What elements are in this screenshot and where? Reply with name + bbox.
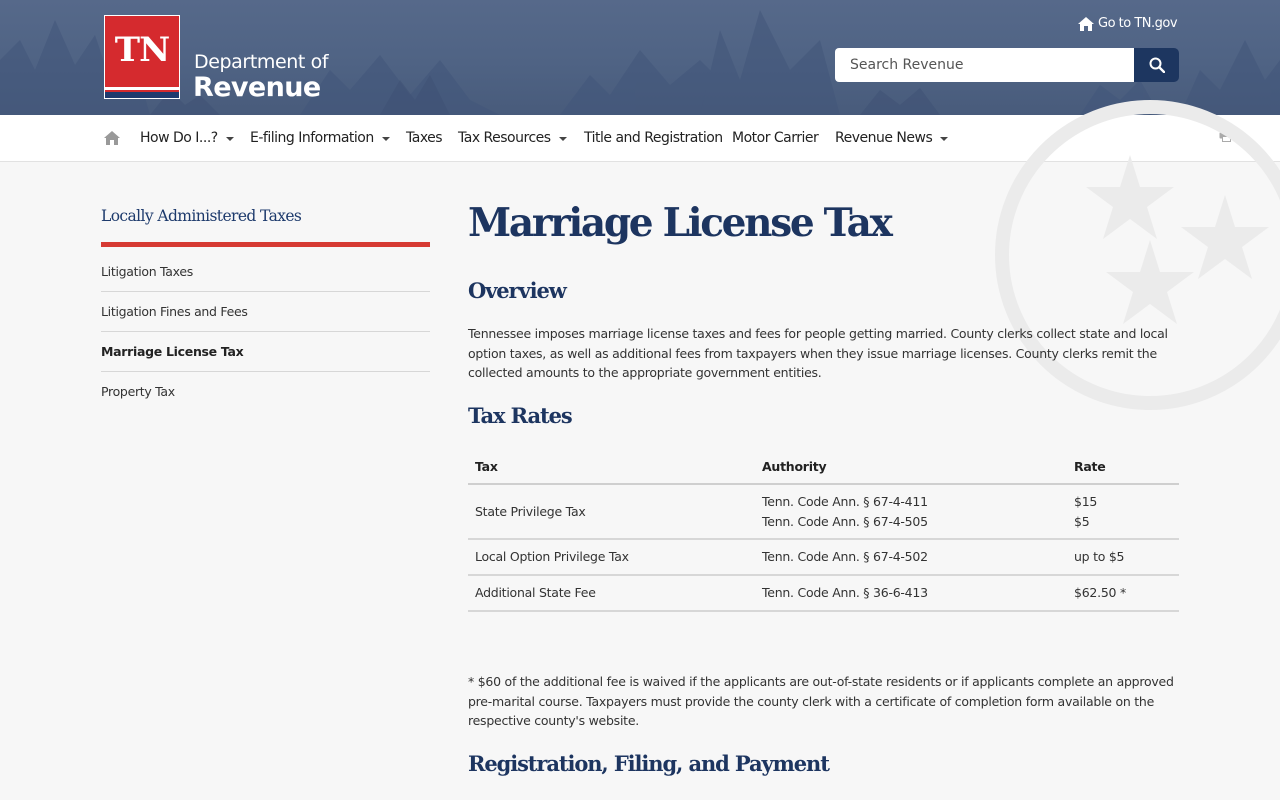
nav-motor-carrier[interactable]: Motor Carrier [732, 130, 819, 146]
sidebar-item-property-tax[interactable]: Property Tax [101, 372, 430, 412]
caret-down-icon [381, 137, 390, 141]
tn-logo[interactable]: TN [104, 15, 180, 99]
sidebar-item-marriage-license-tax[interactable]: Marriage License Tax [101, 332, 430, 372]
search-button[interactable] [1134, 48, 1179, 82]
sidebar-item-litigation-taxes[interactable]: Litigation Taxes [101, 252, 430, 292]
nav-label: How Do I...? [140, 130, 218, 146]
authority-line: Tenn. Code Ann. § 67-4-411 [762, 493, 928, 509]
caret-down-icon [225, 137, 234, 141]
registration-heading: Registration, Filing, and Payment [468, 751, 830, 776]
rate-line: $5 [1074, 513, 1090, 529]
nav-label: Taxes [406, 130, 443, 146]
cell-tax: Local Option Privilege Tax [468, 539, 755, 576]
search-input[interactable] [835, 48, 1134, 82]
rate-line: $15 [1074, 493, 1098, 509]
home-icon [1078, 16, 1094, 31]
home-nav-icon[interactable] [104, 131, 120, 145]
column-header-tax: Tax [468, 447, 755, 485]
tax-rates-table: Tax Authority Rate State Privilege Tax T… [468, 447, 1179, 612]
department-name-line2[interactable]: Revenue [193, 72, 321, 103]
department-name-line1[interactable]: Department of [194, 51, 329, 73]
goto-label: Go to TN.gov [1098, 16, 1178, 31]
overview-heading: Overview [468, 278, 567, 303]
cell-tax: State Privilege Tax [468, 484, 755, 540]
search-icon [1149, 57, 1165, 73]
nav-how-do-i[interactable]: How Do I...? [140, 130, 234, 146]
sidebar-menu: Litigation Taxes Litigation Fines and Fe… [101, 252, 430, 412]
nav-label: Title and Registration [584, 130, 723, 146]
cell-rate: up to $5 [1067, 539, 1179, 576]
table-header-row: Tax Authority Rate [468, 447, 1179, 485]
footnote-text: * $60 of the additional fee is waived if… [468, 674, 1174, 728]
sidebar-title[interactable]: Locally Administered Taxes [101, 207, 302, 225]
nav-efiling-information[interactable]: E-filing Information [250, 130, 390, 146]
nav-taxes[interactable]: Taxes [406, 130, 443, 146]
goto-tn-gov-link[interactable]: Go to TN.gov [1078, 16, 1178, 31]
cell-authority: Tenn. Code Ann. § 36-6-413 [755, 575, 1067, 612]
column-header-rate: Rate [1067, 447, 1179, 485]
sidebar-title-underline [101, 242, 430, 247]
cell-rate: $15 $5 [1067, 484, 1179, 540]
logo-text: TN [114, 30, 170, 70]
logo-stripe [105, 87, 179, 90]
nav-label: Tax Resources [458, 130, 551, 146]
authority-line: Tenn. Code Ann. § 67-4-505 [762, 513, 928, 529]
sidebar-item-litigation-fines-fees[interactable]: Litigation Fines and Fees [101, 292, 430, 332]
nav-tax-resources[interactable]: Tax Resources [458, 130, 567, 146]
cell-rate: $62.50 * [1067, 575, 1179, 612]
nav-label: E-filing Information [250, 130, 374, 146]
cell-authority: Tenn. Code Ann. § 67-4-411 Tenn. Code An… [755, 484, 1067, 540]
caret-down-icon [558, 137, 567, 141]
nav-revenue-news[interactable]: Revenue News [835, 130, 949, 146]
table-row: Additional State Fee Tenn. Code Ann. § 3… [468, 575, 1179, 612]
table-row: State Privilege Tax Tenn. Code Ann. § 67… [468, 484, 1179, 540]
cell-tax: Additional State Fee [468, 575, 755, 612]
column-header-authority: Authority [755, 447, 1067, 485]
search-form [835, 48, 1179, 82]
nav-label: Motor Carrier [732, 130, 819, 146]
tax-rates-heading: Tax Rates [468, 403, 573, 428]
overview-text: Tennessee imposes marriage license taxes… [468, 326, 1168, 380]
nav-label: Revenue News [835, 130, 933, 146]
page-title: Marriage License Tax [468, 200, 893, 246]
nav-title-and-registration[interactable]: Title and Registration [584, 130, 723, 146]
cell-authority: Tenn. Code Ann. § 67-4-502 [755, 539, 1067, 576]
caret-down-icon [940, 137, 949, 141]
table-row: Local Option Privilege Tax Tenn. Code An… [468, 539, 1179, 576]
logo-stripe-blue [105, 92, 179, 98]
